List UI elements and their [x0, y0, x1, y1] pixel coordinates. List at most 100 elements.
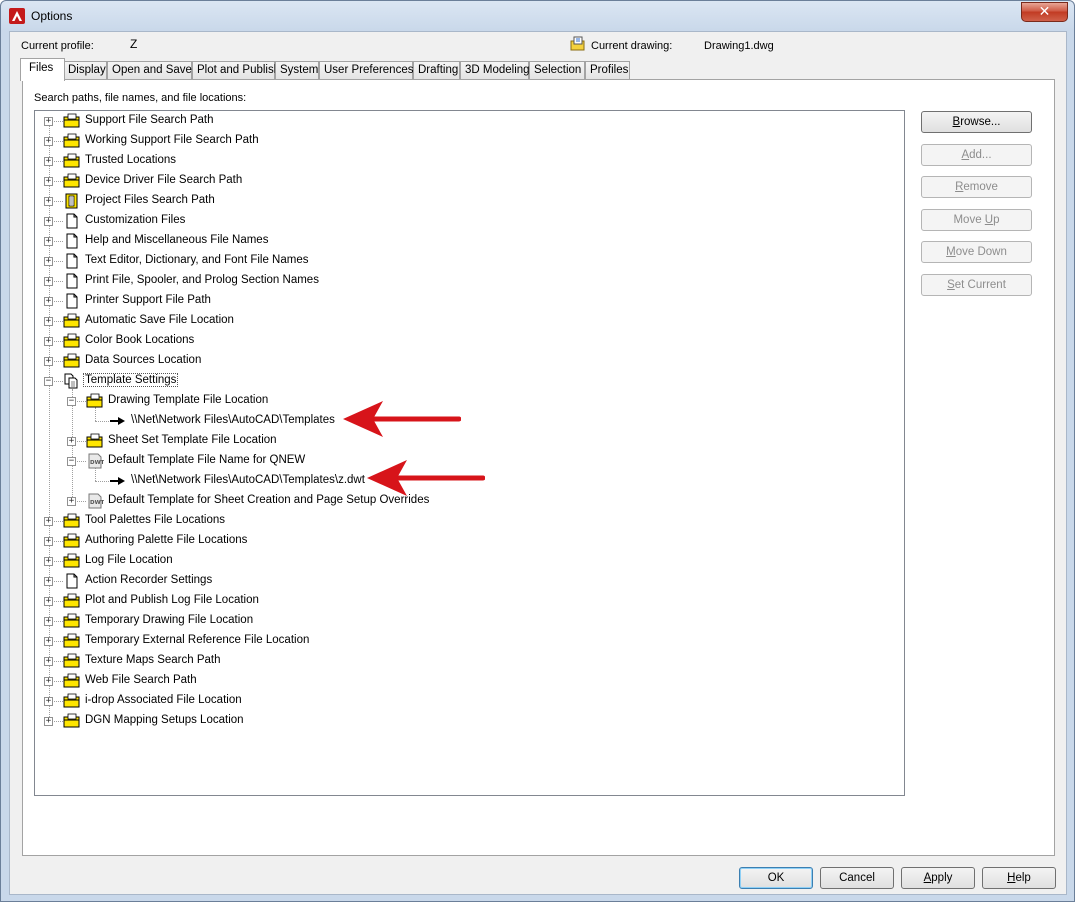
expand-icon[interactable]: +: [44, 197, 53, 206]
expand-icon[interactable]: +: [44, 657, 53, 666]
folder-search-icon: [63, 313, 81, 329]
tree-item[interactable]: + Sheet Set Template File Location: [35, 431, 895, 451]
title-bar[interactable]: Options ✕: [1, 1, 1074, 31]
tab-display[interactable]: Display: [63, 61, 107, 80]
expand-icon[interactable]: +: [44, 157, 53, 166]
tree-item[interactable]: + Data Sources Location: [35, 351, 895, 371]
collapse-icon[interactable]: −: [67, 457, 76, 466]
tree-item[interactable]: + i-drop Associated File Location: [35, 691, 895, 711]
set-current-button-label-key: S: [947, 279, 955, 291]
folder-search-icon: [63, 153, 81, 169]
tree-item[interactable]: + Temporary Drawing File Location: [35, 611, 895, 631]
tree-item[interactable]: + Support File Search Path: [35, 111, 895, 131]
tree-item[interactable]: + Color Book Locations: [35, 331, 895, 351]
expand-icon[interactable]: +: [44, 277, 53, 286]
expand-icon[interactable]: +: [44, 177, 53, 186]
tab-profiles[interactable]: Profiles: [585, 61, 630, 80]
search-paths-label: Search paths, file names, and file locat…: [34, 92, 247, 104]
tab-user-preferences[interactable]: User Preferences: [319, 61, 413, 80]
tree-item[interactable]: − Drawing Template File Location: [35, 391, 895, 411]
file-locations-tree[interactable]: + Support File Search Path + Working Suppor…: [34, 110, 905, 796]
tab-drafting[interactable]: Drafting: [413, 61, 460, 80]
tab-open-and-save[interactable]: Open and Save: [107, 61, 192, 80]
expand-icon[interactable]: +: [44, 317, 53, 326]
tree-item[interactable]: + Web File Search Path: [35, 671, 895, 691]
help-button[interactable]: Help: [982, 867, 1056, 889]
expand-icon[interactable]: +: [67, 437, 76, 446]
browse-button[interactable]: Browse...: [921, 111, 1032, 133]
tree-item[interactable]: + DGN Mapping Setups Location: [35, 711, 895, 731]
tree-item[interactable]: + Customization Files: [35, 211, 895, 231]
tree-item-label: Action Recorder Settings: [85, 574, 213, 586]
expand-icon[interactable]: +: [44, 677, 53, 686]
expand-icon[interactable]: +: [44, 637, 53, 646]
tree-item[interactable]: + Temporary External Reference File Locat…: [35, 631, 895, 651]
collapse-icon[interactable]: −: [44, 377, 53, 386]
set-current-button[interactable]: Set Current: [921, 274, 1032, 296]
expand-icon[interactable]: +: [44, 517, 53, 526]
tree-item[interactable]: + Device Driver File Search Path: [35, 171, 895, 191]
expand-icon[interactable]: +: [44, 357, 53, 366]
tree-item[interactable]: + Help and Miscellaneous File Names: [35, 231, 895, 251]
move-down-button[interactable]: Move Down: [921, 241, 1032, 263]
document-icon: [63, 253, 81, 269]
tree-item[interactable]: + Project Files Search Path: [35, 191, 895, 211]
expand-icon[interactable]: +: [67, 497, 76, 506]
expand-icon[interactable]: +: [44, 137, 53, 146]
tree-item[interactable]: \\Net\Network Files\AutoCAD\Templates: [35, 411, 895, 431]
tree-item[interactable]: + Working Support File Search Path: [35, 131, 895, 151]
tab-selection[interactable]: Selection: [529, 61, 585, 80]
close-button[interactable]: ✕: [1021, 2, 1068, 22]
dialog-client: Current profile: Z Current drawing: Draw…: [9, 31, 1067, 895]
add-button-label-key: A: [961, 149, 970, 161]
tab-files[interactable]: Files: [20, 58, 65, 81]
expand-icon[interactable]: +: [44, 557, 53, 566]
tree-item-label: Working Support File Search Path: [85, 134, 259, 146]
collapse-icon[interactable]: −: [67, 397, 76, 406]
tab-3d-modeling[interactable]: 3D Modeling: [460, 61, 530, 80]
tab-plot-and-publish[interactable]: Plot and Publish: [192, 61, 280, 80]
tree-item[interactable]: + Tool Palettes File Locations: [35, 511, 895, 531]
tree-item[interactable]: + Automatic Save File Location: [35, 311, 895, 331]
expand-icon[interactable]: +: [44, 257, 53, 266]
tree-item[interactable]: + Printer Support File Path: [35, 291, 895, 311]
expand-icon[interactable]: +: [44, 117, 53, 126]
tree-item[interactable]: + Texture Maps Search Path: [35, 651, 895, 671]
cancel-button[interactable]: Cancel: [820, 867, 894, 889]
expand-icon[interactable]: +: [44, 217, 53, 226]
tree-item[interactable]: + Trusted Locations: [35, 151, 895, 171]
expand-icon[interactable]: +: [44, 597, 53, 606]
tab-bar: Files Display Open and Save Plot and Publis…: [20, 58, 922, 81]
move-down-button-label-post: ove Down: [955, 246, 1007, 258]
expand-icon[interactable]: +: [44, 717, 53, 726]
folder-search-icon: [63, 713, 81, 729]
cancel-button-label: Cancel: [839, 872, 875, 884]
tree-item[interactable]: + Log File Location: [35, 551, 895, 571]
move-up-button[interactable]: Move Up: [921, 209, 1032, 231]
expand-icon[interactable]: +: [44, 697, 53, 706]
tree-item[interactable]: + Plot and Publish Log File Location: [35, 591, 895, 611]
document-icon: [63, 293, 81, 309]
add-button[interactable]: Add...: [921, 144, 1032, 166]
folder-search-icon: [63, 613, 81, 629]
expand-icon[interactable]: +: [44, 577, 53, 586]
tree-item[interactable]: + Text Editor, Dictionary, and Font File …: [35, 251, 895, 271]
expand-icon[interactable]: +: [44, 537, 53, 546]
expand-icon[interactable]: +: [44, 237, 53, 246]
apply-button[interactable]: Apply: [901, 867, 975, 889]
expand-icon[interactable]: +: [44, 337, 53, 346]
tree-item-label: Default Template File Name for QNEW: [108, 454, 306, 466]
tree-item-label: Print File, Spooler, and Prolog Section …: [85, 274, 319, 286]
remove-button[interactable]: Remove: [921, 176, 1032, 198]
tree-item[interactable]: + Print File, Spooler, and Prolog Section…: [35, 271, 895, 291]
tree-item[interactable]: + Authoring Palette File Locations: [35, 531, 895, 551]
expand-icon[interactable]: +: [44, 297, 53, 306]
tab-system[interactable]: System: [275, 61, 319, 80]
expand-icon[interactable]: +: [44, 617, 53, 626]
folder-search-icon: [63, 593, 81, 609]
tree-item[interactable]: + Action Recorder Settings: [35, 571, 895, 591]
move-up-button-label-post: p: [993, 214, 1000, 226]
tree-item[interactable]: − Template Settings: [35, 371, 895, 391]
tree-item-label: Help and Miscellaneous File Names: [85, 234, 269, 246]
ok-button[interactable]: OK: [739, 867, 813, 889]
